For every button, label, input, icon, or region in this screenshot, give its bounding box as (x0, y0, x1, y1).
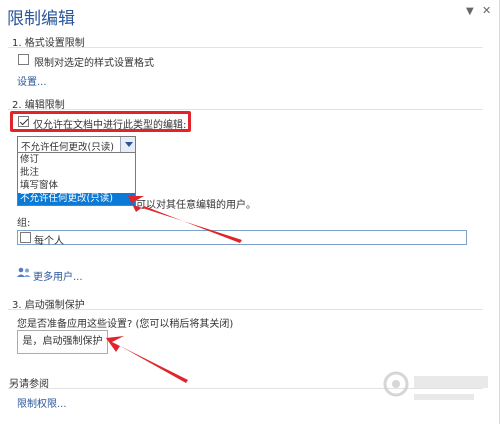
arrow-to-read-only-option (128, 196, 242, 243)
arrow-to-enforce-button (106, 336, 188, 383)
restrict-editing-pane: 限制编辑 ▼ ✕ 1. 格式设置限制 限制对选定的样式设置格式 设置... 2.… (0, 0, 500, 424)
annotation-arrows (106, 196, 242, 383)
watermark-logo (383, 371, 488, 400)
